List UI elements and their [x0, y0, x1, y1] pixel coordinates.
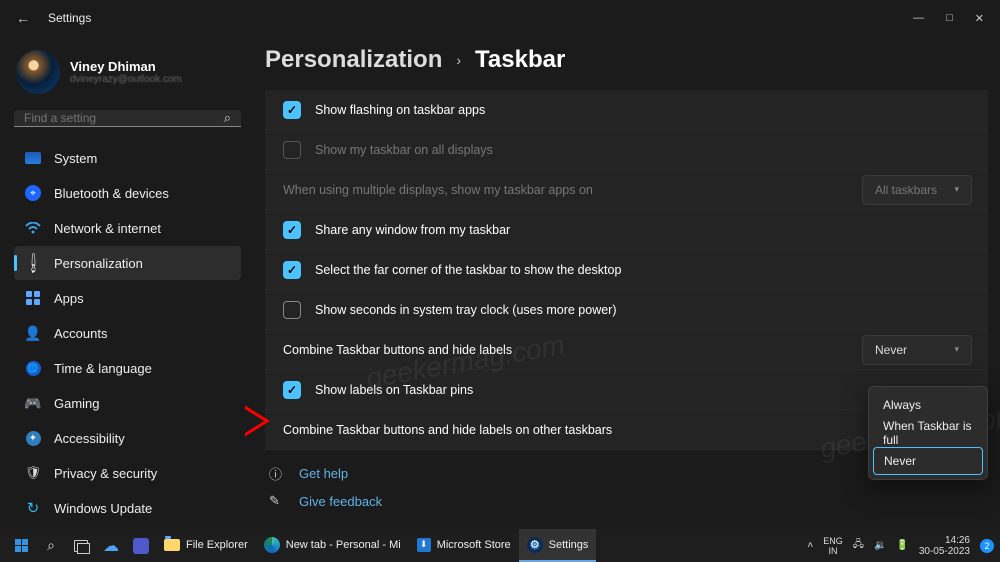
taskbar-teams[interactable]	[126, 529, 156, 562]
setting-flash[interactable]: Show flashing on taskbar apps	[265, 90, 988, 130]
cloud-icon: ☁	[103, 536, 119, 556]
dropdown-option-always[interactable]: Always	[873, 391, 983, 419]
taskbar-app-store[interactable]: ⬇Microsoft Store	[409, 529, 519, 562]
taskbar-app-explorer[interactable]: File Explorer	[156, 529, 256, 562]
taskbar[interactable]: ⌕ ☁ File Explorer New tab - Personal - M…	[0, 529, 1000, 562]
tray-clock[interactable]: 14:2630-05-2023	[919, 535, 970, 557]
apps-icon	[26, 291, 40, 305]
checkbox-checked-icon[interactable]	[283, 381, 301, 399]
chevron-down-icon: ▾	[954, 344, 959, 355]
chevron-down-icon: ▾	[954, 184, 959, 195]
checkbox-checked-icon[interactable]	[283, 101, 301, 119]
maximize-button[interactable]: □	[946, 12, 953, 25]
person-icon: 👤	[24, 324, 42, 342]
teams-icon	[133, 538, 149, 554]
windows-icon	[15, 539, 28, 552]
checkbox-icon	[283, 141, 301, 159]
sidebar-item-gaming[interactable]: 🎮Gaming	[14, 386, 241, 420]
task-view-icon	[74, 540, 88, 552]
taskbar-search[interactable]: ⌕	[36, 529, 66, 562]
notification-badge[interactable]: 2	[980, 539, 994, 553]
store-icon: ⬇	[417, 538, 431, 552]
checkbox-checked-icon[interactable]	[283, 261, 301, 279]
profile-email: dvineyrazy@outlook.com	[70, 74, 182, 85]
sidebar-item-system[interactable]: System	[14, 141, 241, 175]
setting-combine[interactable]: Combine Taskbar buttons and hide labelsN…	[265, 330, 988, 370]
tray-language[interactable]: ENGIN	[823, 536, 843, 556]
bluetooth-icon: ⌖	[25, 185, 41, 201]
help-icon: ⓘ	[269, 464, 285, 483]
sidebar-item-network[interactable]: Network & internet	[14, 211, 241, 245]
search-icon: ⌕	[224, 110, 231, 126]
profile-name: Viney Dhiman	[70, 59, 182, 74]
shield-icon: 🛡	[24, 464, 42, 482]
setting-all-displays: Show my taskbar on all displays	[265, 130, 988, 170]
task-view-button[interactable]	[66, 529, 96, 562]
sidebar-item-accessibility[interactable]: ✦Accessibility	[14, 421, 241, 455]
dropdown-option-when-full[interactable]: When Taskbar is full	[873, 419, 983, 447]
setting-share[interactable]: Share any window from my taskbar	[265, 210, 988, 250]
feedback-icon: ✎	[269, 493, 285, 509]
sidebar-item-personalization[interactable]: 🖌Personalization	[14, 246, 241, 280]
setting-seconds[interactable]: Show seconds in system tray clock (uses …	[265, 290, 988, 330]
checkbox-checked-icon[interactable]	[283, 221, 301, 239]
paintbrush-icon: 🖌	[20, 250, 45, 275]
search-box[interactable]: ⌕	[14, 110, 241, 127]
combine-other-dropdown[interactable]: Always When Taskbar is full Never	[868, 386, 988, 480]
back-button[interactable]: ←	[8, 10, 38, 26]
start-button[interactable]	[6, 529, 36, 562]
dropdown-option-never[interactable]: Never	[873, 447, 983, 475]
taskbar-app-edge[interactable]: New tab - Personal - Mi	[256, 529, 409, 562]
gear-icon: ⚙	[527, 537, 543, 553]
minimize-button[interactable]: —	[913, 12, 924, 25]
gamepad-icon: 🎮	[24, 394, 42, 412]
sidebar-item-update[interactable]: ↻Windows Update	[14, 491, 241, 525]
chevron-right-icon: ›	[456, 52, 461, 68]
search-input[interactable]	[24, 111, 224, 125]
sidebar-item-apps[interactable]: Apps	[14, 281, 241, 315]
monitor-icon	[25, 152, 41, 164]
combine-select[interactable]: Never▾	[862, 335, 972, 365]
update-icon: ↻	[24, 499, 42, 517]
profile-block[interactable]: Viney Dhiman dvineyrazy@outlook.com	[16, 50, 241, 94]
page-title: Taskbar	[475, 46, 565, 74]
tray-network-icon[interactable]: 🖧	[853, 537, 864, 554]
close-button[interactable]: ✕	[975, 12, 984, 25]
tray-battery-icon[interactable]: 🔋	[896, 540, 908, 551]
taskbar-app-settings[interactable]: ⚙Settings	[519, 529, 597, 562]
breadcrumb: Personalization › Taskbar	[265, 46, 988, 74]
breadcrumb-parent[interactable]: Personalization	[265, 46, 442, 74]
accessibility-icon: ✦	[26, 431, 41, 446]
window-title: Settings	[48, 11, 91, 25]
setting-far-corner[interactable]: Select the far corner of the taskbar to …	[265, 250, 988, 290]
give-feedback-link[interactable]: ✎Give feedback	[269, 493, 988, 509]
sidebar-item-privacy[interactable]: 🛡Privacy & security	[14, 456, 241, 490]
tray-chevron-icon[interactable]: ˄	[807, 540, 813, 551]
sidebar-item-accounts[interactable]: 👤Accounts	[14, 316, 241, 350]
sidebar-item-bluetooth[interactable]: ⌖Bluetooth & devices	[14, 176, 241, 210]
avatar	[16, 50, 60, 94]
folder-icon	[164, 539, 180, 551]
checkbox-icon[interactable]	[283, 301, 301, 319]
tray-volume-icon[interactable]: 🔉	[874, 540, 886, 551]
sidebar-item-time[interactable]: 🌐Time & language	[14, 351, 241, 385]
wifi-icon	[24, 219, 42, 237]
edge-icon	[264, 537, 280, 553]
annotation-arrow	[245, 404, 271, 438]
multi-display-select: All taskbars▾	[862, 175, 972, 205]
setting-multi-display: When using multiple displays, show my ta…	[265, 170, 988, 210]
taskbar-onedrive[interactable]: ☁	[96, 529, 126, 562]
clock-icon: 🌐	[26, 361, 41, 376]
